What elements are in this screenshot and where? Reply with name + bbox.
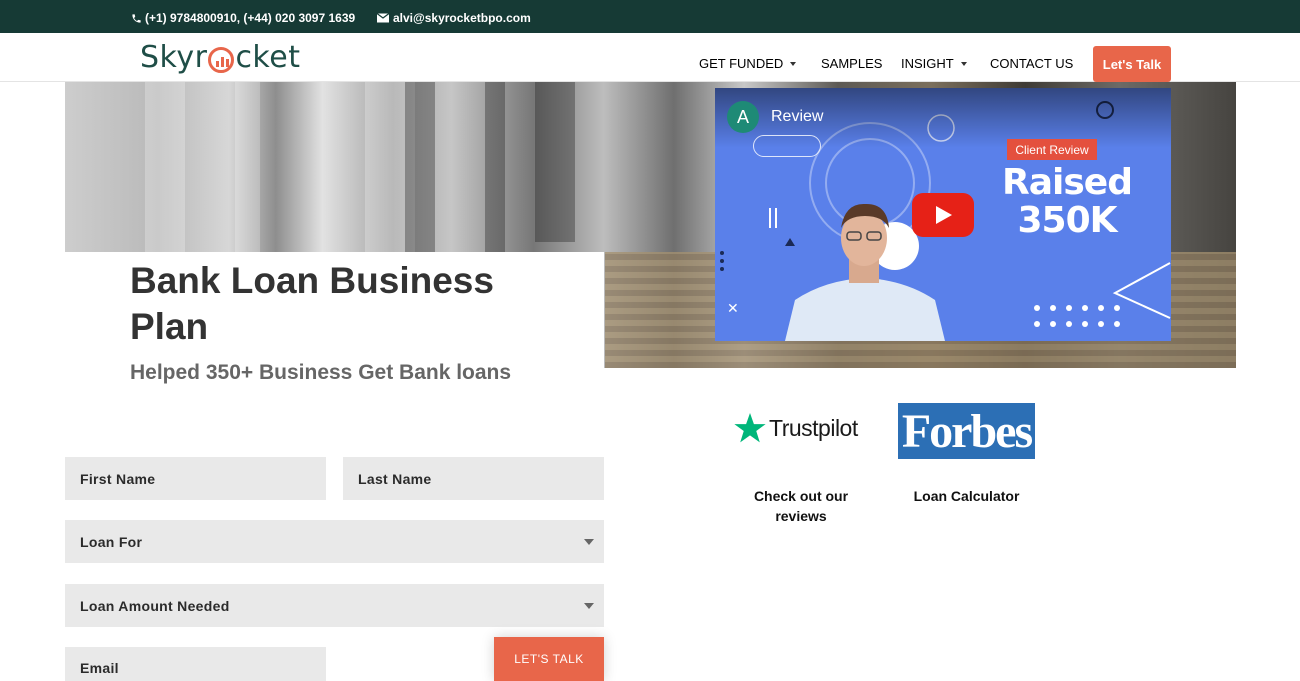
svg-text:✕: ✕ [727,301,739,317]
nav-label: SAMPLES [821,56,883,71]
phone-numbers: (+1) 9784800910, (+44) 020 3097 1639 [145,11,356,25]
lets-talk-submit-button[interactable]: LET'S TALK [494,637,604,681]
trustpilot-logo[interactable]: Trustpilot [734,413,858,443]
loan-amount-select[interactable]: Loan Amount Needed [65,584,604,627]
nav-label: CONTACT US [990,56,1074,71]
chevron-down-icon [584,539,594,545]
site-header: Skyr cket GET FUNDED SAMPLES INSIGHT CON… [0,33,1300,82]
phone-icon [132,13,141,23]
email-contact[interactable]: alvi@skyrocketbpo.com [377,11,531,25]
headline-line-2: 350K [1017,200,1117,241]
field-placeholder: First Name [80,470,156,487]
trustpilot-reviews-link[interactable]: Check out our reviews [745,486,857,526]
star-icon [734,413,766,443]
field-placeholder: Email [80,660,119,676]
first-name-field[interactable]: First Name [65,457,326,500]
loan-for-select[interactable]: Loan For [65,520,604,563]
page-title: Bank Loan Business Plan [130,260,494,347]
email-address: alvi@skyrocketbpo.com [393,11,531,25]
nav-label: GET FUNDED [699,56,784,71]
link-pill [753,135,821,157]
logo-o-icon [208,47,235,73]
top-contact-bar: (+1) 9784800910, (+44) 020 3097 1639 alv… [0,0,1300,33]
envelope-icon [377,13,389,23]
chevron-down-icon [584,603,594,609]
last-name-field[interactable]: Last Name [343,457,604,500]
email-field[interactable]: Email [65,647,326,681]
forbes-logo[interactable]: Forbes [898,403,1035,459]
logo-text-end: cket [235,39,301,75]
nav-label: INSIGHT [901,56,954,71]
lets-talk-button[interactable]: Let's Talk [1093,46,1171,82]
nav-samples[interactable]: SAMPLES [821,56,882,71]
video-title: Review [771,108,824,125]
client-review-badge: Client Review [1007,139,1097,160]
nav-contact-us[interactable]: CONTACT US [990,56,1073,71]
chevron-down-icon [790,61,797,66]
phone-contact[interactable]: (+1) 9784800910, (+44) 020 3097 1639 [131,11,355,25]
headline-line-1: Raised [1002,162,1133,203]
page-subtitle: Helped 350+ Business Get Bank loans [130,361,512,384]
channel-avatar: A [727,101,759,133]
nav-get-funded[interactable]: GET FUNDED [699,56,797,71]
video-headline: Raised 350K [977,164,1157,240]
chevron-down-icon [960,61,967,66]
select-value: Loan For [80,533,143,550]
skyrocket-logo[interactable]: Skyr cket [140,39,300,75]
nav-insight[interactable]: INSIGHT [901,56,967,71]
select-value: Loan Amount Needed [80,597,230,614]
play-button[interactable] [912,193,974,237]
review-video[interactable]: ✕ A Review Client Review Raised 350K [715,88,1171,341]
loan-calculator-link[interactable]: Loan Calculator [898,486,1035,506]
field-placeholder: Last Name [358,470,432,487]
logo-text-start: Skyr [140,39,208,75]
trustpilot-wordmark: Trustpilot [769,414,858,441]
